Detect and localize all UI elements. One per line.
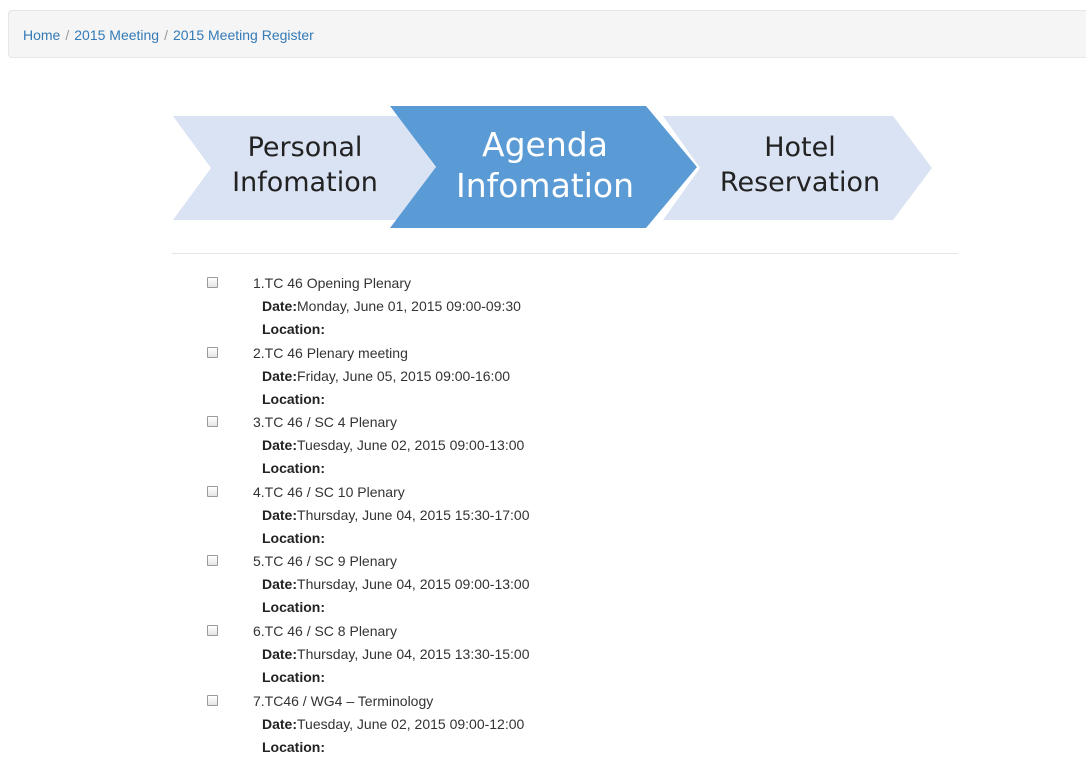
step-agenda-line2: Infomation <box>455 166 635 206</box>
location-label: Location: <box>262 460 325 477</box>
breadcrumb-register-link[interactable]: 2015 Meeting Register <box>173 27 314 43</box>
breadcrumb-separator: / <box>65 27 70 43</box>
agenda-item: 2.TC 46 Plenary meeting Date:Friday, Jun… <box>0 342 1086 412</box>
breadcrumb-separator: / <box>164 27 168 43</box>
agenda-location: Location: <box>262 527 325 550</box>
date-label: Date: <box>262 506 298 523</box>
agenda-title: 4.TC 46 / SC 10 Plenary <box>253 483 405 500</box>
location-label: Location: <box>262 321 325 337</box>
agenda-checkbox[interactable] <box>207 555 218 567</box>
agenda-title: 1.TC 46 Opening Plenary <box>253 275 411 291</box>
agenda-title: 7.TC46 / WG4 – Terminology <box>253 692 434 709</box>
date-label: Date: <box>262 645 298 662</box>
step-agenda-label: Agenda Infomation <box>430 124 660 207</box>
date-label: Date: <box>262 715 298 732</box>
step-hotel-line2: Reservation <box>719 167 881 199</box>
agenda-item: 4.TC 46 / SC 10 Plenary Date:Thursday, J… <box>0 481 1086 551</box>
step-personal-label: Personal Infomation <box>200 130 410 200</box>
location-label: Location: <box>262 529 325 546</box>
step-agenda-line1: Agenda <box>482 125 608 164</box>
agenda-title: 3.TC 46 / SC 4 Plenary <box>253 414 397 431</box>
agenda-date-value: Tuesday, June 02, 2015 09:00-13:00 <box>297 437 525 454</box>
agenda-checkbox[interactable] <box>207 346 218 358</box>
agenda-item: 5.TC 46 / SC 9 Plenary Date:Thursday, Ju… <box>0 550 1086 620</box>
agenda-date-value: Thursday, June 04, 2015 13:30-15:00 <box>297 645 530 662</box>
agenda-location: Location: <box>262 457 325 480</box>
agenda-date: Date:Monday, June 01, 2015 09:00-09:30 <box>262 295 521 318</box>
agenda-checkbox[interactable] <box>207 694 218 706</box>
breadcrumb-home-link[interactable]: Home <box>23 27 60 43</box>
agenda-location: Location: <box>262 736 325 759</box>
agenda-location: Location: <box>262 666 325 689</box>
agenda-location: Location: <box>262 596 325 619</box>
agenda-item: 3.TC 46 / SC 4 Plenary Date:Tuesday, Jun… <box>0 411 1086 481</box>
agenda-title: 2.TC 46 Plenary meeting <box>253 344 408 361</box>
agenda-checkbox[interactable] <box>207 416 218 428</box>
agenda-list: 1.TC 46 Opening Plenary Date:Monday, Jun… <box>0 272 1086 759</box>
agenda-date: Date:Thursday, June 04, 2015 15:30-17:00 <box>262 504 529 527</box>
agenda-item: 1.TC 46 Opening Plenary Date:Monday, Jun… <box>0 272 1086 342</box>
agenda-date: Date:Tuesday, June 02, 2015 09:00-13:00 <box>262 434 524 457</box>
agenda-title: 5.TC 46 / SC 9 Plenary <box>253 553 397 570</box>
agenda-date-value: Tuesday, June 02, 2015 09:00-12:00 <box>297 715 525 732</box>
date-label: Date: <box>262 576 298 593</box>
agenda-title: 6.TC 46 / SC 8 Plenary <box>253 622 397 639</box>
agenda-date: Date:Tuesday, June 02, 2015 09:00-12:00 <box>262 713 524 736</box>
breadcrumb: Home/2015 Meeting/2015 Meeting Register <box>8 10 1086 58</box>
step-hotel-line1: Hotel <box>764 132 836 163</box>
date-label: Date: <box>262 367 298 384</box>
step-personal-line1: Personal <box>247 132 363 163</box>
date-label: Date: <box>262 437 298 454</box>
agenda-date-value: Thursday, June 04, 2015 15:30-17:00 <box>297 506 530 523</box>
agenda-checkbox[interactable] <box>207 624 218 636</box>
registration-steps: Personal Infomation Agenda Infomation Ho… <box>0 100 1086 240</box>
agenda-item: 6.TC 46 / SC 8 Plenary Date:Thursday, Ju… <box>0 620 1086 690</box>
agenda-date-value: Friday, June 05, 2015 09:00-16:00 <box>297 367 511 384</box>
date-label: Date: <box>262 298 298 314</box>
agenda-checkbox[interactable] <box>207 277 218 288</box>
step-personal-line2: Infomation <box>232 167 378 199</box>
breadcrumb-meeting-link[interactable]: 2015 Meeting <box>74 27 159 43</box>
location-label: Location: <box>262 738 325 755</box>
agenda-date: Date:Thursday, June 04, 2015 13:30-15:00 <box>262 643 529 666</box>
agenda-date-value: Monday, June 01, 2015 09:00-09:30 <box>297 298 521 314</box>
step-hotel-label: Hotel Reservation <box>690 130 910 200</box>
agenda-location: Location: <box>262 318 325 341</box>
agenda-item: 7.TC46 / WG4 – Terminology Date:Tuesday,… <box>0 690 1086 759</box>
agenda-date-value: Thursday, June 04, 2015 09:00-13:00 <box>297 576 530 593</box>
location-label: Location: <box>262 668 325 685</box>
location-label: Location: <box>262 599 325 616</box>
agenda-checkbox[interactable] <box>207 485 218 497</box>
agenda-location: Location: <box>262 388 325 411</box>
agenda-date: Date:Thursday, June 04, 2015 09:00-13:00 <box>262 573 529 596</box>
location-label: Location: <box>262 390 325 407</box>
agenda-date: Date:Friday, June 05, 2015 09:00-16:00 <box>262 365 510 388</box>
divider <box>172 253 958 254</box>
